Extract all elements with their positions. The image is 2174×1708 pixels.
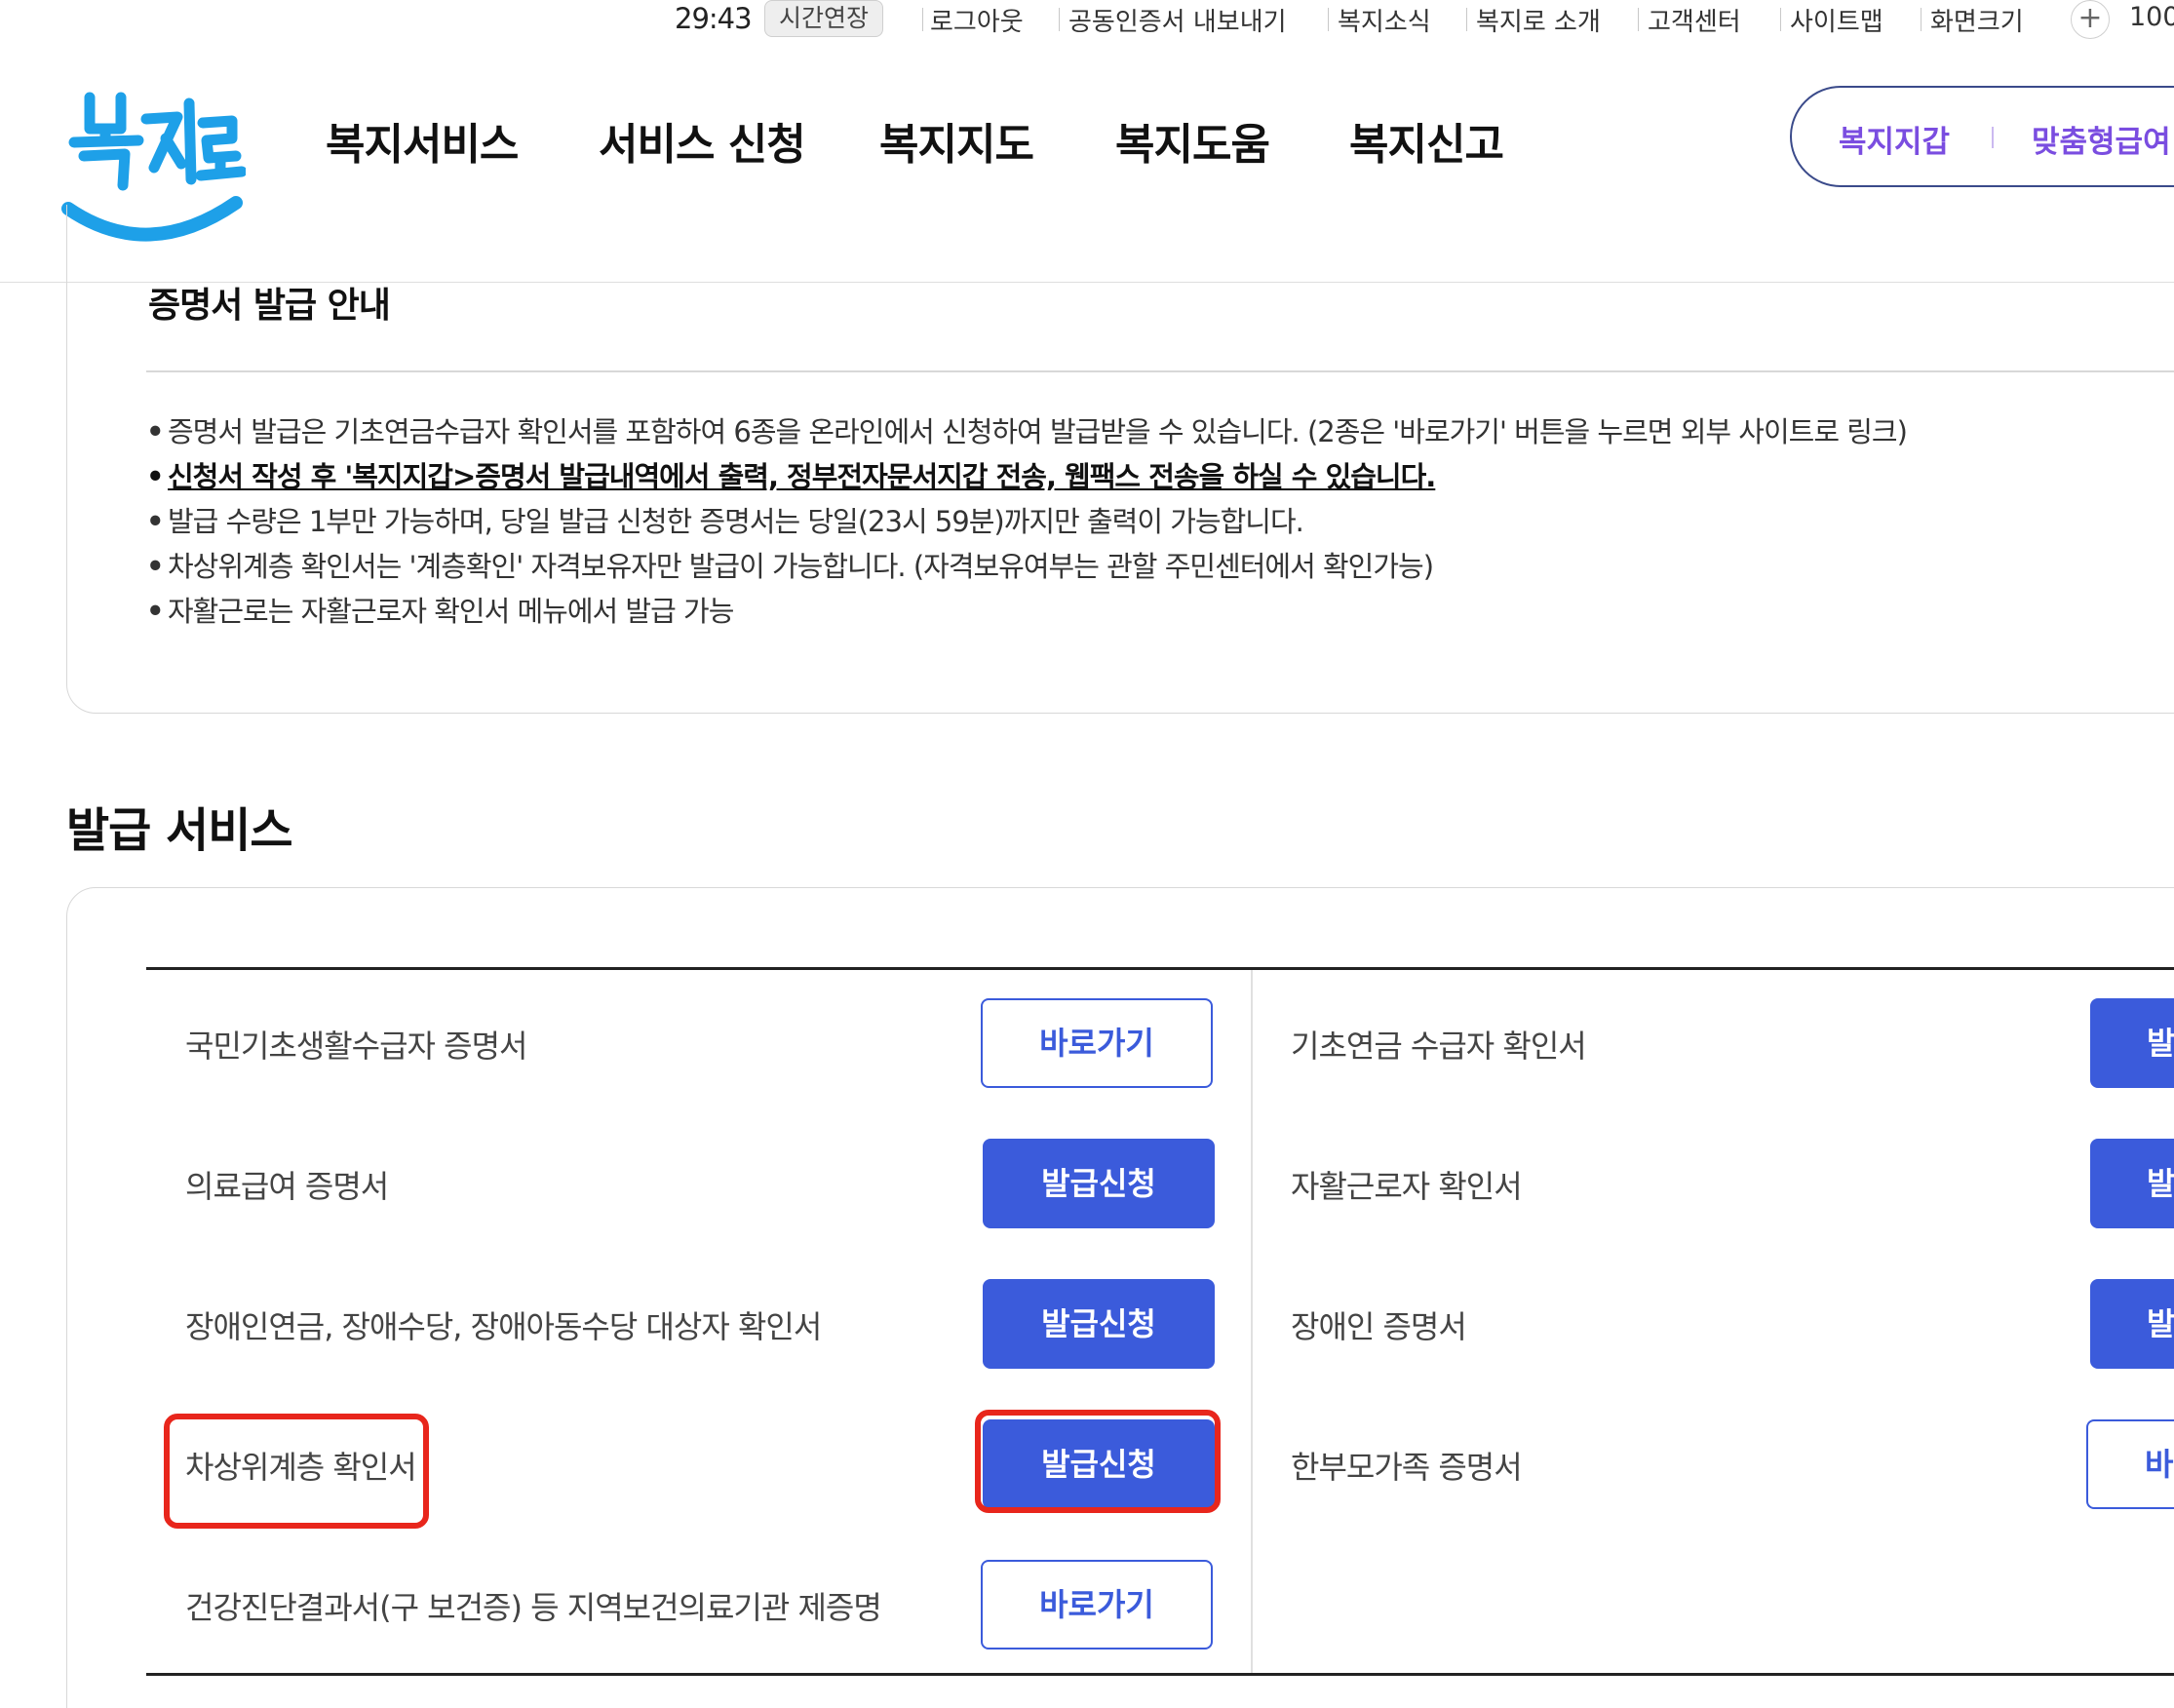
notice-title: 증명서 발급 안내 [148,286,391,326]
logout-link[interactable]: 로그아웃 [930,2,1024,38]
service-name-basic-livelihood: 국민기초생활수급자 증명서 [185,1028,527,1065]
service-name-health-certificate: 건강진단결과서(구 보건증) 등 지역보건의료기관 제증명 [185,1589,882,1626]
divider [922,8,923,31]
zoom-value: 100 [2129,2,2174,32]
notice-item: • 차상위계층 확인서는 '계층확인' 자격보유자만 발급이 가능합니다. (자격… [146,550,1434,583]
highlight-box [164,1414,429,1529]
table-bottom-border [146,1673,2174,1676]
notice-item-emphasis: • 신청서 작성 후 '복지지갑>증명서 발급내역에서 출력, 정부전자문서지갑 … [146,460,1436,493]
notice-list: • 증명서 발급은 기초연금수급자 확인서를 포함하여 6종을 온라인에서 신청하… [146,409,1908,634]
apply-button-medical-aid[interactable]: 발급신청 [983,1139,1215,1228]
about-link[interactable]: 복지로 소개 [1476,2,1601,38]
divider [1921,8,1922,31]
export-certificate-link[interactable]: 공동인증서 내보내기 [1068,2,1287,38]
service-name-disability-pension: 장애인연금, 장애수당, 장애아동수당 대상자 확인서 [185,1308,822,1345]
apply-button-self-support-worker[interactable]: 발 [2090,1139,2174,1228]
custom-benefit-link[interactable]: 맞춤형급여 [2032,117,2171,161]
go-button-single-parent[interactable]: 바 [2086,1419,2174,1509]
quick-menu-pill: 복지지갑 맞춤형급여 [1790,86,2174,187]
divider [1328,8,1329,31]
session-timer: 29:43 [675,2,753,35]
apply-button-disability-pension[interactable]: 발급신청 [983,1279,1215,1369]
divider [1466,8,1467,31]
table-top-border [146,967,2174,970]
welfare-news-link[interactable]: 복지소식 [1338,2,1431,38]
gnb-service-application[interactable]: 서비스 신청 [599,109,806,172]
service-name-medical-aid: 의료급여 증명서 [185,1168,389,1205]
divider [146,370,2174,372]
notice-item: • 자활근로는 자활근로자 확인서 메뉴에서 발급 가능 [146,595,734,628]
go-button-health-certificate[interactable]: 바로가기 [981,1560,1213,1650]
sitemap-link[interactable]: 사이트맵 [1790,2,1883,38]
customer-center-link[interactable]: 고객센터 [1648,2,1741,38]
zoom-in-button[interactable]: + [2071,0,2110,39]
service-name-single-parent: 한부모가족 증명서 [1291,1449,1523,1486]
gnb-welfare-report[interactable]: 복지신고 [1349,109,1504,172]
utility-bar: 29:43 시간연장 로그아웃 공동인증서 내보내기 복지소식 복지로 소개 고… [0,0,2174,39]
screen-size-label: 화면크기 [1930,8,2024,37]
divider [1780,8,1781,31]
column-divider [1251,970,1253,1673]
go-button-basic-livelihood[interactable]: 바로가기 [981,998,1213,1088]
service-name-basic-pension: 기초연금 수급자 확인서 [1291,1028,1587,1065]
service-name-disability-certificate: 장애인 증명서 [1291,1308,1467,1345]
notice-item: • 발급 수량은 1부만 가능하며, 당일 발급 신청한 증명서는 당일(23시 … [146,505,1304,538]
divider [1992,127,1994,148]
gnb-welfare-help[interactable]: 복지도움 [1115,109,1270,172]
highlight-box [975,1410,1221,1513]
welfare-wallet-link[interactable]: 복지지갑 [1839,117,1950,161]
section-title: 발급 서비스 [66,803,293,858]
divider [1059,8,1060,31]
apply-button-disability-certificate[interactable]: 발 [2090,1279,2174,1369]
notice-item: • 증명서 발급은 기초연금수급자 확인서를 포함하여 6종을 온라인에서 신청하… [146,415,1908,448]
extend-session-button[interactable]: 시간연장 [764,0,884,37]
service-name-self-support-worker: 자활근로자 확인서 [1291,1168,1523,1205]
gnb-welfare-services[interactable]: 복지서비스 [326,109,519,172]
apply-button-basic-pension[interactable]: 발 [2090,998,2174,1088]
divider [1638,8,1639,31]
gnb-welfare-map[interactable]: 복지지도 [879,109,1034,172]
